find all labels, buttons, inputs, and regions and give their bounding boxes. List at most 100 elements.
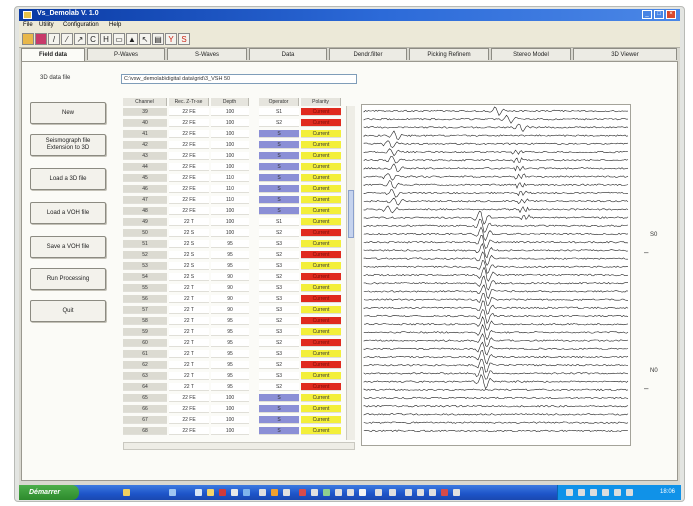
cell-rec[interactable]: 22 FE bbox=[169, 174, 209, 182]
cell-channel[interactable]: 40 bbox=[123, 119, 167, 127]
cell-rec[interactable]: 22 FE bbox=[169, 141, 209, 149]
cell-operator[interactable]: S2 bbox=[259, 273, 299, 281]
cell-channel[interactable]: 61 bbox=[123, 350, 167, 358]
desktop-icon[interactable] bbox=[169, 489, 176, 496]
window-icon[interactable]: ▭ bbox=[113, 33, 125, 45]
cell-operator[interactable]: S3 bbox=[259, 350, 299, 358]
cell-rec[interactable]: 22 FE bbox=[169, 163, 209, 171]
cell-operator[interactable]: S bbox=[259, 427, 299, 435]
cell-rec[interactable]: 22 FE bbox=[169, 427, 209, 435]
cell-depth[interactable]: 100 bbox=[211, 207, 249, 215]
tab-field-data[interactable]: Field data bbox=[21, 48, 85, 61]
cell-polarity[interactable]: Current bbox=[301, 196, 341, 204]
new-button[interactable]: New bbox=[30, 102, 106, 124]
cell-depth[interactable]: 95 bbox=[211, 372, 249, 380]
cell-channel[interactable]: 66 bbox=[123, 405, 167, 413]
app-icon-1[interactable] bbox=[195, 489, 202, 496]
tray-icon-5[interactable] bbox=[614, 489, 621, 496]
app-icon-14[interactable] bbox=[359, 489, 366, 496]
cell-polarity[interactable]: Current bbox=[301, 361, 341, 369]
cell-channel[interactable]: 49 bbox=[123, 218, 167, 226]
cell-operator[interactable]: S bbox=[259, 174, 299, 182]
cell-polarity[interactable]: Current bbox=[301, 130, 341, 138]
cell-operator[interactable]: S bbox=[259, 405, 299, 413]
print-icon[interactable]: ▤ bbox=[152, 33, 164, 45]
cell-polarity[interactable]: Current bbox=[301, 152, 341, 160]
cell-depth[interactable]: 90 bbox=[211, 295, 249, 303]
cell-depth[interactable]: 100 bbox=[211, 229, 249, 237]
cell-polarity[interactable]: Current bbox=[301, 218, 341, 226]
filter-icon[interactable]: Y bbox=[165, 33, 177, 45]
cell-rec[interactable]: 22 FE bbox=[169, 119, 209, 127]
tab-data[interactable]: Data bbox=[249, 48, 327, 60]
cell-operator[interactable]: S bbox=[259, 196, 299, 204]
cell-operator[interactable]: S bbox=[259, 152, 299, 160]
cell-rec[interactable]: 22 FE bbox=[169, 108, 209, 116]
stop-icon[interactable] bbox=[35, 33, 47, 45]
cell-polarity[interactable]: Current bbox=[301, 328, 341, 336]
cell-depth[interactable]: 95 bbox=[211, 350, 249, 358]
cell-depth[interactable]: 95 bbox=[211, 317, 249, 325]
cell-depth[interactable]: 100 bbox=[211, 130, 249, 138]
app-icon-3[interactable] bbox=[219, 489, 226, 496]
pointer-icon[interactable]: ↖ bbox=[139, 33, 151, 45]
cell-polarity[interactable]: Current bbox=[301, 317, 341, 325]
app-icon-19[interactable] bbox=[429, 489, 436, 496]
cell-rec[interactable]: 22 FE bbox=[169, 394, 209, 402]
save-voh-file-button[interactable]: Save a VOH file bbox=[30, 236, 106, 258]
cell-rec[interactable]: 22 FE bbox=[169, 152, 209, 160]
cell-rec[interactable]: 22 T bbox=[169, 372, 209, 380]
app-icon-15[interactable] bbox=[375, 489, 382, 496]
tray-icon-6[interactable] bbox=[626, 489, 633, 496]
cell-operator[interactable]: S2 bbox=[259, 119, 299, 127]
cell-operator[interactable]: S bbox=[259, 394, 299, 402]
tray-icon-1[interactable] bbox=[566, 489, 573, 496]
menu-configuration[interactable]: Configuration bbox=[63, 22, 99, 28]
minimize-button[interactable]: _ bbox=[642, 10, 652, 19]
cell-depth[interactable]: 100 bbox=[211, 108, 249, 116]
tab-s-waves[interactable]: S-Waves bbox=[167, 48, 247, 60]
close-button[interactable]: × bbox=[666, 10, 676, 19]
cell-operator[interactable]: S3 bbox=[259, 306, 299, 314]
header-polarity[interactable]: Polarity bbox=[301, 98, 341, 106]
cell-rec[interactable]: 22 FE bbox=[169, 196, 209, 204]
cell-operator[interactable]: S2 bbox=[259, 361, 299, 369]
cell-polarity[interactable]: Current bbox=[301, 383, 341, 391]
line-icon[interactable]: / bbox=[48, 33, 60, 45]
cell-channel[interactable]: 44 bbox=[123, 163, 167, 171]
cell-polarity[interactable]: Current bbox=[301, 339, 341, 347]
maximize-button[interactable]: □ bbox=[654, 10, 664, 19]
cell-operator[interactable]: S2 bbox=[259, 251, 299, 259]
cell-polarity[interactable]: Current bbox=[301, 306, 341, 314]
app-icon-6[interactable] bbox=[259, 489, 266, 496]
cell-rec[interactable]: 22 T bbox=[169, 383, 209, 391]
cell-channel[interactable]: 57 bbox=[123, 306, 167, 314]
cell-operator[interactable]: S bbox=[259, 141, 299, 149]
scroll-thumb[interactable] bbox=[348, 190, 354, 238]
cell-polarity[interactable]: Current bbox=[301, 141, 341, 149]
open-icon[interactable] bbox=[22, 33, 34, 45]
cell-depth[interactable]: 95 bbox=[211, 251, 249, 259]
run-processing-button[interactable]: Run Processing bbox=[30, 268, 106, 290]
table-horizontal-scrollbar[interactable] bbox=[123, 442, 355, 450]
cell-channel[interactable]: 45 bbox=[123, 174, 167, 182]
tray-icon-3[interactable] bbox=[590, 489, 597, 496]
tray-icon-4[interactable] bbox=[602, 489, 609, 496]
cell-depth[interactable]: 100 bbox=[211, 394, 249, 402]
cell-channel[interactable]: 58 bbox=[123, 317, 167, 325]
cell-rec[interactable]: 22 FE bbox=[169, 130, 209, 138]
load-voh-file-button[interactable]: Load a VOH file bbox=[30, 202, 106, 224]
tab-dendr-filter[interactable]: Dendr.filter bbox=[329, 48, 407, 60]
cell-rec[interactable]: 22 S bbox=[169, 240, 209, 248]
cell-operator[interactable]: S3 bbox=[259, 328, 299, 336]
cell-depth[interactable]: 95 bbox=[211, 240, 249, 248]
cell-rec[interactable]: 22 T bbox=[169, 328, 209, 336]
app-icon-16[interactable] bbox=[389, 489, 396, 496]
tab-p-waves[interactable]: P-Waves bbox=[87, 48, 165, 60]
cell-rec[interactable]: 22 FE bbox=[169, 207, 209, 215]
tab-stereo-model[interactable]: Stereo Model bbox=[491, 48, 571, 60]
load-3d-file-button[interactable]: Load a 3D file bbox=[30, 168, 106, 190]
cell-polarity[interactable]: Current bbox=[301, 273, 341, 281]
cell-polarity[interactable]: Current bbox=[301, 174, 341, 182]
app-icon-7[interactable] bbox=[271, 489, 278, 496]
